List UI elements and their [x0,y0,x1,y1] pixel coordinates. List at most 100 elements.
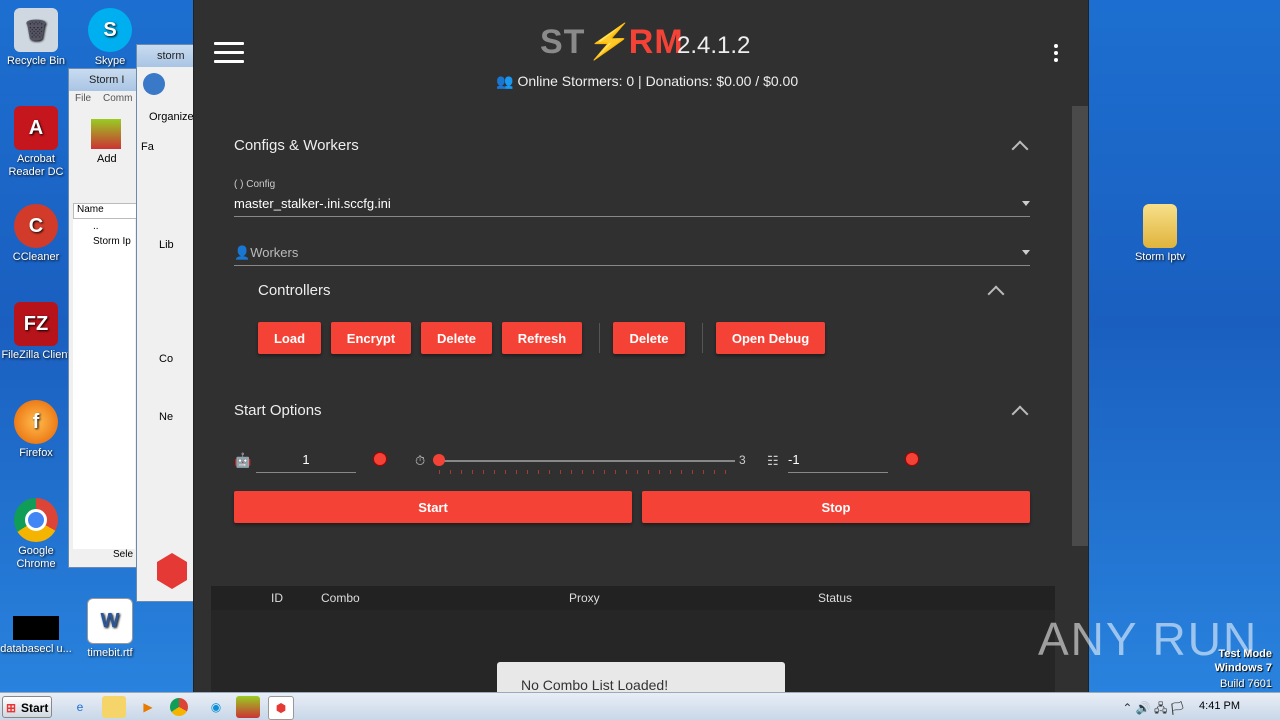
taskbar: ⊞ Start e ▶ ◉ ⬢ ⌃ 🔊 🖧 🏳 4:41 PM [0,692,1280,720]
column-id[interactable]: ID [271,591,283,605]
column-combo[interactable]: Combo [321,591,360,605]
clock[interactable]: 4:41 PM [1199,700,1240,712]
winrar-menu-file[interactable]: File [75,93,91,104]
ie-icon[interactable]: e [68,696,92,718]
system-tray-icons[interactable]: ⌃ 🔊 🖧 🏳 [1122,699,1184,720]
explorer-taskbar-icon[interactable] [102,696,126,718]
robot-icon: 🤖 [234,452,252,468]
bots-input[interactable]: 1 [256,452,356,467]
recycle-bin-icon: 🗑 [14,8,58,52]
nav-item-libraries[interactable]: Lib [159,239,174,251]
logo-rm: RM [628,23,684,61]
config-select[interactable]: master_stalker-.ini.sccfg.ini [234,196,391,211]
acrobat-icon: A [14,106,58,150]
hamburger-menu-icon[interactable] [214,42,244,69]
vertical-scrollbar[interactable] [1072,106,1088,546]
retries-input[interactable]: -1 [788,452,888,467]
storm-logo: ST⚡RM [540,22,684,62]
encrypt-button[interactable]: Encrypt [331,322,411,354]
lightning-icon: ⚡ [585,23,629,61]
stats-line: 👥 Online Stormers: 0 | Donations: $0.00 /… [496,73,798,90]
desktop-icon-acrobat[interactable]: A Acrobat Reader DC [0,106,72,179]
explorer-organize[interactable]: Organize [149,111,194,123]
winrar-window[interactable]: Storm I File Comm Add Name .. Storm Ip S… [68,68,140,568]
explorer-window[interactable]: storm Organize Fa Lib Co Ne [136,44,196,602]
desktop-icon-ccleaner[interactable]: C CCleaner [0,204,72,264]
start-options-title[interactable]: Start Options [234,402,322,419]
winrar-status: Sele [113,549,134,560]
workers-underline [234,265,1030,266]
desktop-icon-firefox[interactable]: f Firefox [0,400,72,460]
skype-icon: S [88,8,132,52]
winrar-name-column[interactable]: Name [73,203,140,219]
edge-icon[interactable]: ◉ [204,696,228,718]
chevron-up-icon[interactable] [987,285,1005,303]
winrar-add-button[interactable]: Add [97,153,117,165]
nav-item-computer[interactable]: Co [159,353,173,365]
slider-max-label: 3 [739,453,746,467]
desktop-icon-chrome[interactable]: Google Chrome [0,498,72,571]
open-debug-button[interactable]: Open Debug [716,322,825,354]
stop-button[interactable]: Stop [642,491,1030,523]
timer-icon: ⏱ [415,453,426,468]
word-doc-icon: W [87,598,133,644]
winrar-menu-commands[interactable]: Comm [103,93,132,104]
dropdown-caret-icon[interactable] [1022,201,1030,206]
slider-ticks [439,470,735,474]
desktop-icon-filezilla[interactable]: FZ FileZilla Client [0,302,72,362]
config-label: ( ) Config [234,179,276,190]
logo-st: ST [540,23,586,61]
desktop-icon-recycle-bin[interactable]: 🗑 Recycle Bin [0,8,72,68]
config-underline [234,216,1030,217]
start-button[interactable]: Start [234,491,632,523]
nav-item-network[interactable]: Ne [159,411,173,423]
refresh-button[interactable]: Refresh [502,322,582,354]
app-version: 2.4.1.2 [677,32,751,59]
storm-hex-icon [157,553,187,589]
more-vert-icon[interactable] [1054,44,1058,65]
desktop-icon-storm-iptv[interactable]: Storm Iptv [1124,204,1196,264]
delete-button[interactable]: Delete [421,322,492,354]
start-menu-button[interactable]: ⊞ Start [2,696,52,718]
windows-version-label: Windows 7 [1214,662,1272,674]
winrar-add-icon [91,119,121,149]
help-icon[interactable] [373,452,387,466]
desktop-icon-timebit[interactable]: W timebit.rtf [74,598,146,660]
winrar-taskbar-icon[interactable] [236,696,260,718]
storm-taskbar-icon[interactable]: ⬢ [268,696,294,720]
workers-select[interactable]: 👤Workers [234,245,298,261]
filezilla-icon: FZ [14,302,58,346]
retries-underline [788,472,888,473]
help-icon[interactable] [905,452,919,466]
ccleaner-icon: C [14,204,58,248]
load-button[interactable]: Load [258,322,321,354]
braces-icon: ( ) [234,179,247,190]
nav-item-favorites[interactable]: Fa [141,141,154,153]
media-player-icon[interactable]: ▶ [136,696,160,718]
controllers-title[interactable]: Controllers [258,282,331,299]
checklist-icon: ☷ [767,453,779,468]
configs-workers-title[interactable]: Configs & Workers [234,137,359,154]
divider [599,323,600,353]
winrar-file-list: .. Storm Ip [73,219,135,549]
test-mode-label: Test Mode [1218,648,1272,660]
chrome-taskbar-icon[interactable] [170,698,188,716]
list-item[interactable]: .. [73,219,135,232]
stats-text: Online Stormers: 0 | Donations: $0.00 / … [517,73,799,89]
column-proxy[interactable]: Proxy [569,591,600,605]
threads-slider[interactable] [433,454,735,466]
chevron-up-icon[interactable] [1011,140,1029,158]
dropdown-caret-icon[interactable] [1022,250,1030,255]
back-arrow-icon[interactable] [143,73,165,95]
delete-worker-button[interactable]: Delete [613,322,685,354]
winrar-title: Storm I [69,69,139,91]
firefox-icon: f [14,400,58,444]
list-item[interactable]: Storm Ip [73,232,135,247]
users-icon: 👥 [496,73,514,89]
slider-thumb[interactable] [433,454,445,466]
chevron-up-icon[interactable] [1011,405,1029,423]
desktop-icon-database[interactable]: databasecl u... [0,616,72,656]
black-file-icon [13,616,59,640]
column-status[interactable]: Status [818,591,852,605]
explorer-title: storm [137,45,195,67]
